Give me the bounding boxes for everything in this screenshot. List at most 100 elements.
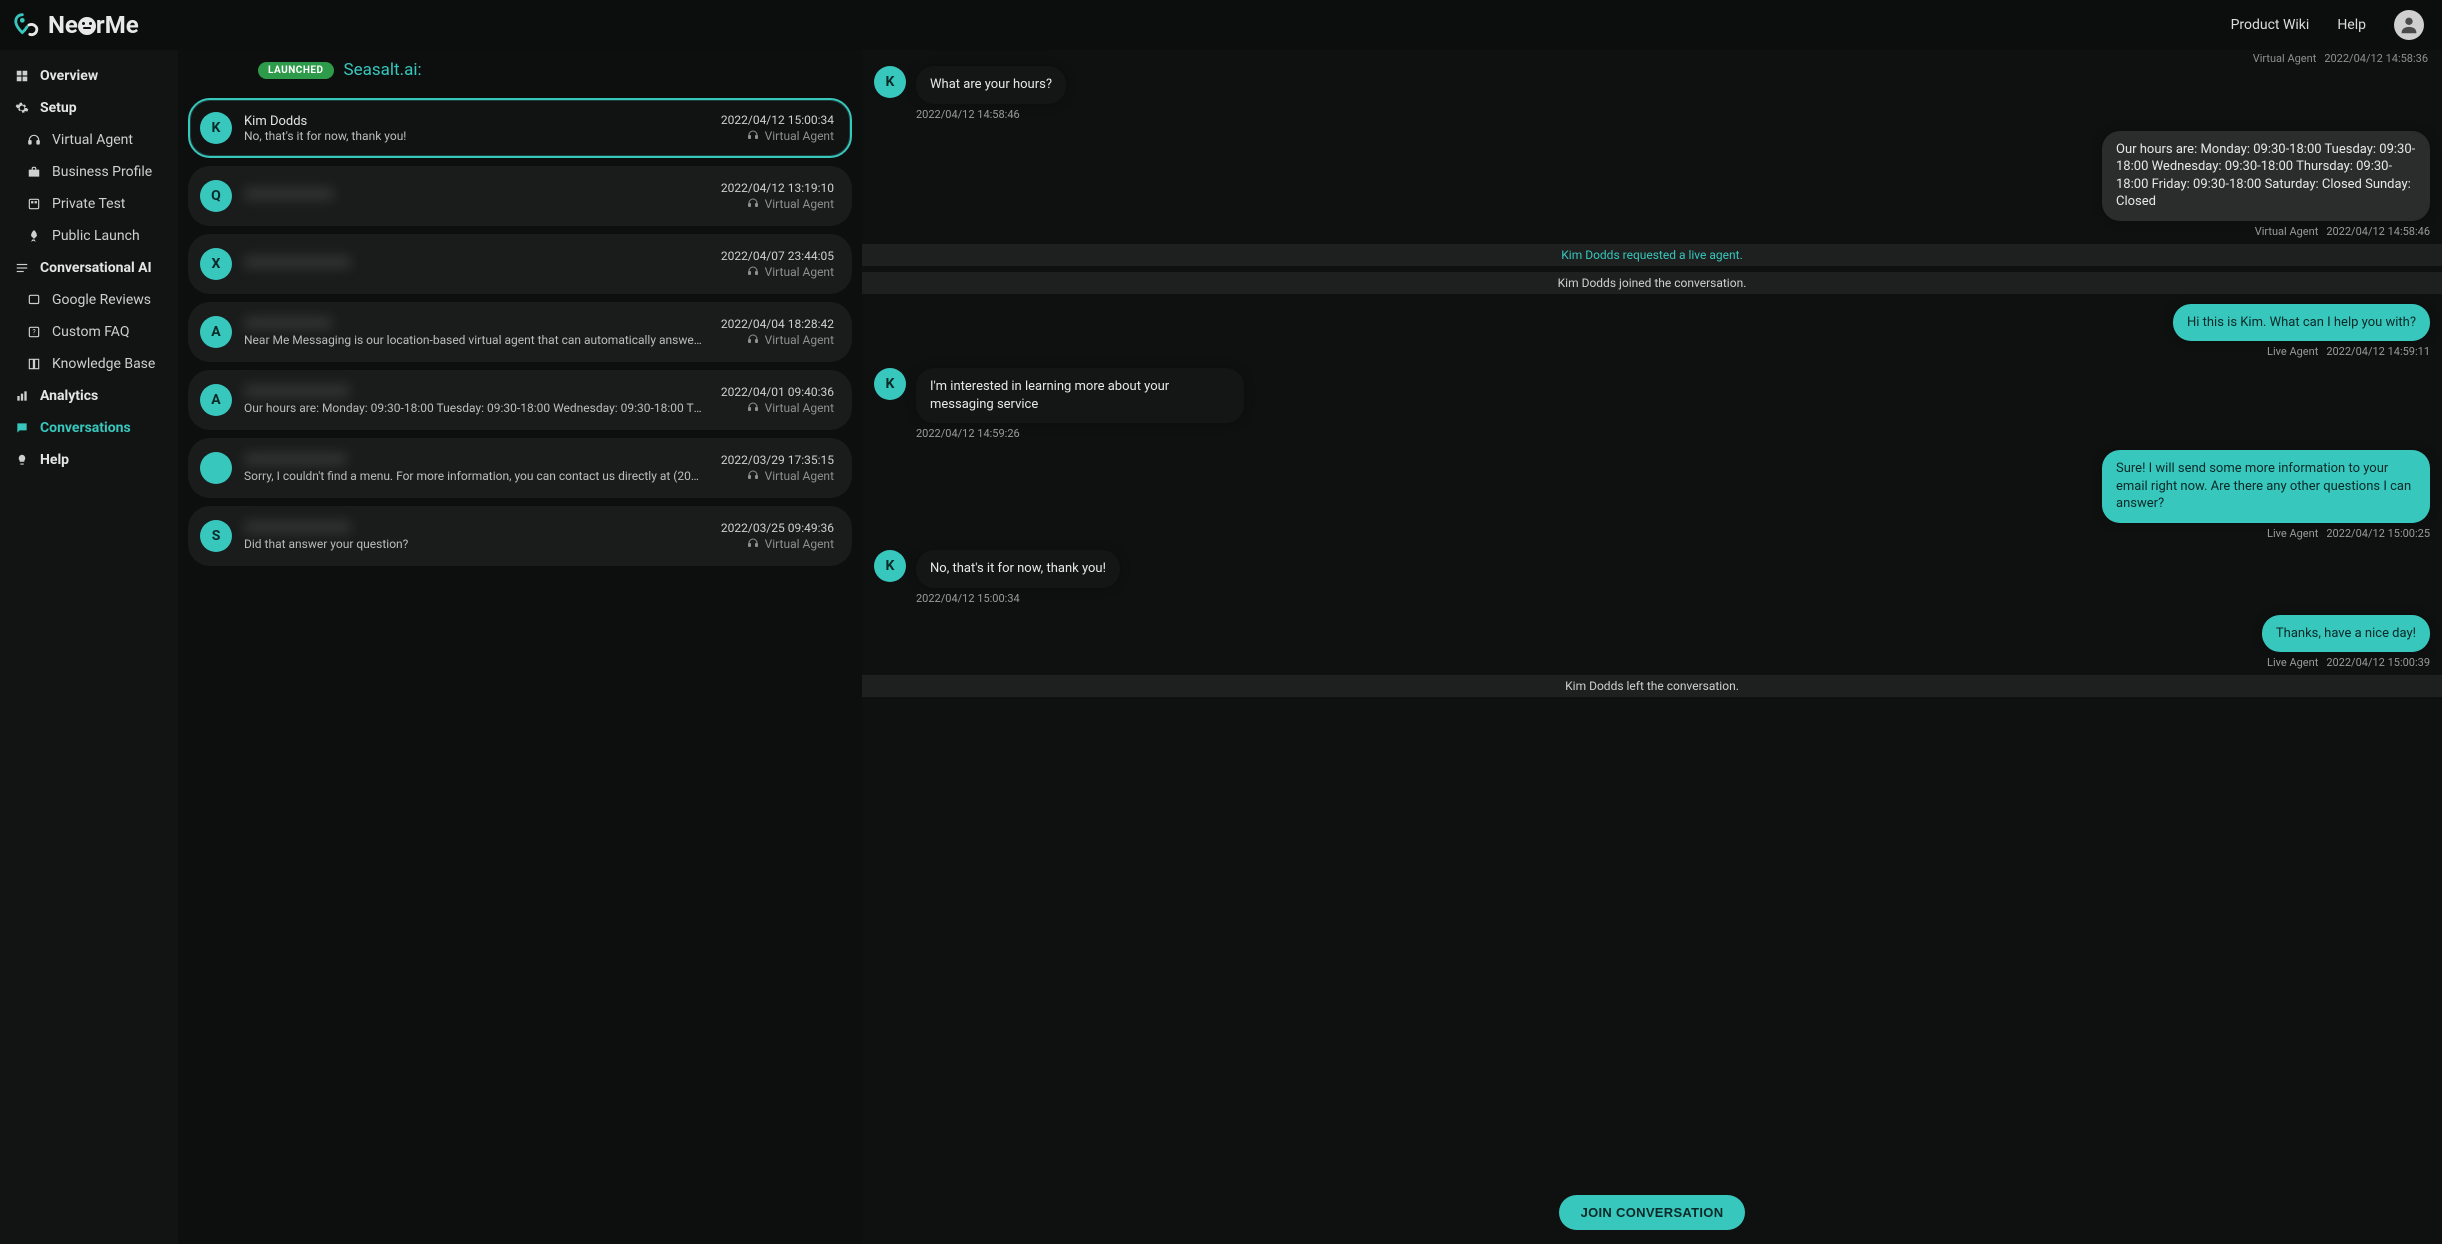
conversation-body: Sorry, I couldn't find a menu. For more …: [244, 453, 709, 483]
message-meta: 2022/04/12 14:59:26: [916, 427, 1244, 440]
chat-top-time: 2022/04/12 14:58:36: [2324, 52, 2428, 65]
message-author: Live Agent: [2267, 527, 2318, 540]
bulb-icon: [14, 452, 30, 468]
conversation-agent: Virtual Agent: [747, 469, 834, 484]
conversation-card[interactable]: Q2022/04/12 13:19:10Virtual Agent: [188, 166, 852, 226]
conversation-card[interactable]: S Did that answer your question? 2022/03/2…: [188, 506, 852, 566]
brand-logo: NerMe: [12, 10, 139, 40]
sidebar-item-label: Setup: [40, 100, 77, 116]
conversation-card[interactable]: A Near Me Messaging is our location-based…: [188, 302, 852, 362]
conversation-meta: 2022/04/12 15:00:34Virtual Agent: [721, 113, 834, 144]
sidebar-item-overview[interactable]: Overview: [0, 60, 178, 92]
conversation-meta: 2022/03/29 17:35:15 Virtual Agent: [721, 453, 834, 484]
sidebar-item-virtual-agent[interactable]: Virtual Agent: [0, 124, 178, 156]
conversation-list-panel: LAUNCHED Seasalt.ai: KKim DoddsNo, that'…: [178, 50, 862, 1244]
sidebar-item-label: Conversational AI: [40, 260, 152, 276]
message-bubble: Our hours are: Monday: 09:30-18:00 Tuesd…: [2102, 131, 2430, 221]
conversation-agent-label: Virtual Agent: [765, 197, 834, 211]
conversation-time: 2022/03/29 17:35:15: [721, 453, 834, 467]
help-link[interactable]: Help: [2337, 17, 2366, 33]
conversation-agent: Virtual Agent: [747, 197, 834, 212]
conversation-avatar: [200, 452, 232, 484]
sidebar-item-setup[interactable]: Setup: [0, 92, 178, 124]
conversation-avatar: X: [200, 248, 232, 280]
conversation-card[interactable]: KKim DoddsNo, that's it for now, thank y…: [188, 98, 852, 158]
conversation-meta: 2022/04/01 09:40:36 Virtual Agent: [721, 385, 834, 416]
conversation-preview: Did that answer your question?: [244, 537, 704, 551]
chat-top-meta: Virtual Agent 2022/04/12 14:58:36: [2253, 52, 2428, 65]
conversation-body: Near Me Messaging is our location-based …: [244, 317, 709, 347]
message-meta: Live Agent2022/04/12 15:00:25: [2267, 527, 2430, 540]
message-row: Hi this is Kim. What can I help you with…: [874, 304, 2430, 359]
conversation-time: 2022/03/25 09:49:36: [721, 521, 834, 535]
headset-icon: [747, 469, 759, 484]
message-bubble: What are your hours?: [916, 66, 1066, 104]
sidebar-item-label: Public Launch: [52, 228, 140, 244]
sidebar-item-public-launch[interactable]: Public Launch: [0, 220, 178, 252]
dashboard-icon: [14, 68, 30, 84]
sidebar-item-label: Analytics: [40, 388, 98, 404]
sidebar-item-business-profile[interactable]: Business Profile: [0, 156, 178, 188]
chart-icon: [14, 388, 30, 404]
brand-text: NerMe: [48, 11, 139, 39]
conversation-card[interactable]: Sorry, I couldn't find a menu. For more …: [188, 438, 852, 498]
sidebar-item-analytics[interactable]: Analytics: [0, 380, 178, 412]
list-icon: [14, 260, 30, 276]
sidebar-item-help[interactable]: Help: [0, 444, 178, 476]
sidebar-item-conversational-ai[interactable]: Conversational AI: [0, 252, 178, 284]
book-icon: [26, 356, 42, 372]
message-time: 2022/04/12 14:58:46: [2326, 225, 2430, 238]
conversation-time: 2022/04/12 15:00:34: [721, 113, 834, 127]
sidebar-item-conversations[interactable]: Conversations: [0, 412, 178, 444]
message-time: 2022/04/12 14:59:26: [916, 427, 1020, 440]
message-row: KI'm interested in learning more about y…: [874, 368, 2430, 440]
conversation-agent-label: Virtual Agent: [765, 401, 834, 415]
message-col: Sure! I will send some more information …: [2102, 450, 2430, 540]
headset-icon: [747, 265, 759, 280]
sidebar-item-custom-faq[interactable]: ? Custom FAQ: [0, 316, 178, 348]
conversation-name: [244, 317, 709, 333]
page-title: Seasalt.ai:: [344, 60, 422, 80]
sidebar-item-google-reviews[interactable]: Google Reviews: [0, 284, 178, 316]
chat-icon: [14, 420, 30, 436]
system-message: Kim Dodds requested a live agent.: [862, 244, 2442, 266]
message-meta: Live Agent 2022/04/12 15:00:39: [2267, 656, 2430, 669]
sidebar-item-label: Google Reviews: [52, 292, 151, 308]
user-avatar[interactable]: [2394, 10, 2424, 40]
product-wiki-link[interactable]: Product Wiki: [2231, 17, 2310, 33]
message-row: Thanks, have a nice day! Live Agent 2022/0…: [874, 615, 2430, 670]
conversation-body: Our hours are: Monday: 09:30-18:00 Tuesd…: [244, 385, 709, 415]
message-row: KNo, that's it for now, thank you!2022/0…: [874, 550, 2430, 605]
sidebar-item-private-test[interactable]: Private Test: [0, 188, 178, 220]
conversation-meta: 2022/04/12 13:19:10Virtual Agent: [721, 181, 834, 212]
conversation-preview: Our hours are: Monday: 09:30-18:00 Tuesd…: [244, 401, 704, 415]
message-row: Our hours are: Monday: 09:30-18:00 Tuesd…: [874, 131, 2430, 238]
conversation-card[interactable]: AOur hours are: Monday: 09:30-18:00 Tues…: [188, 370, 852, 430]
message-author: Virtual Agent: [2255, 225, 2319, 238]
message-author: Live Agent: [2267, 656, 2318, 669]
logo-icon: [12, 10, 42, 40]
conversation-preview: No, that's it for now, thank you!: [244, 129, 704, 143]
headset-icon: [747, 401, 759, 416]
briefcase-icon: [26, 164, 42, 180]
message-meta: Virtual Agent 2022/04/12 14:58:46: [2255, 225, 2430, 238]
sidebar-item-label: Virtual Agent: [52, 132, 133, 148]
sidebar-item-knowledge-base[interactable]: Knowledge Base: [0, 348, 178, 380]
conversation-time: 2022/04/04 18:28:42: [721, 317, 834, 331]
conversation-card[interactable]: X2022/04/07 23:44:05Virtual Agent: [188, 234, 852, 294]
svg-text:?: ?: [32, 328, 36, 336]
message-time: 2022/04/12 15:00:39: [2326, 656, 2430, 669]
conversation-body: [244, 256, 709, 272]
conversation-time: 2022/04/01 09:40:36: [721, 385, 834, 399]
message-bubble: Thanks, have a nice day!: [2262, 615, 2430, 653]
main: LAUNCHED Seasalt.ai: KKim DoddsNo, that'…: [178, 50, 2442, 1244]
join-conversation-button[interactable]: JOIN CONVERSATION: [1559, 1195, 1746, 1230]
conversation-name: [244, 453, 709, 469]
conversation-avatar: A: [200, 316, 232, 348]
sidebar-item-label: Private Test: [52, 196, 125, 212]
chat-scroll[interactable]: KWhat are your hours?2022/04/12 14:58:46…: [862, 50, 2442, 1185]
conversation-name: [244, 385, 709, 401]
conversation-avatar: S: [200, 520, 232, 552]
conversation-list: KKim DoddsNo, that's it for now, thank y…: [178, 90, 862, 576]
question-icon: ?: [26, 324, 42, 340]
